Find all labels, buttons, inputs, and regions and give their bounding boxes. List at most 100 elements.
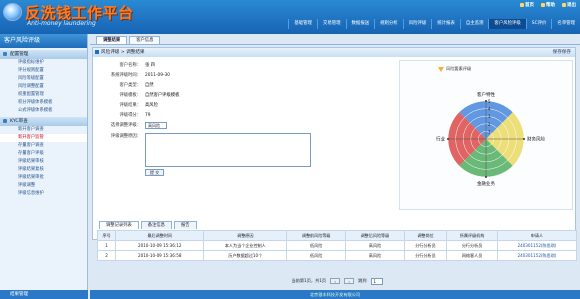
sidebar-item[interactable]: 评级结果审核 <box>0 158 87 166</box>
adjust-label: 选择调整评级： <box>110 123 141 128</box>
sidebar-item[interactable]: 评级指标维护 <box>0 59 87 67</box>
next-page-button[interactable]: › <box>344 278 355 284</box>
sidebar-item[interactable]: 新开客户监管 <box>0 134 87 142</box>
record-tab[interactable]: 调整记录列表 <box>99 221 139 229</box>
reason-label: 评级调整原因： <box>110 134 141 139</box>
radar-point <box>485 176 487 178</box>
logout-icon <box>562 3 566 7</box>
footer: 北京银丰科技开发有限公司 <box>90 290 580 299</box>
sidebar-item[interactable]: 存量客户调查 <box>0 142 87 150</box>
sidebar-sections: 配置管理 评级指标维护 评分规则配置 风险等级配置 风险调整配置 权重配置管理 积分评级体系… <box>0 50 87 198</box>
table-cell: 低风险 <box>286 240 347 251</box>
adjust-row: 选择调整评级： 高风险 <box>93 120 383 130</box>
table-cell[interactable]: 240301152(陈思琪) <box>496 250 578 261</box>
risk-radar-chart: 风险要素评级 1 2 3 4 5 客户特性 财务风险 金融业务 行业 <box>399 60 573 210</box>
chart-legend: 风险要素评级 <box>438 66 471 72</box>
result-form: 客户名称： 张 四系统评级时间： 2011-09-30 客户类型： 自然 评级模板： 自然客… <box>93 60 383 176</box>
sidebar-item[interactable]: 评级结果复核 <box>0 166 87 174</box>
logout-link[interactable]: 退出 <box>562 2 576 8</box>
help-icon <box>541 3 545 7</box>
table-cell: 高风险 <box>345 250 405 261</box>
sidebar-item[interactable]: 积分评级体系模板 <box>0 99 87 107</box>
field-label: 评级结果： <box>119 103 141 108</box>
sidebar-item[interactable]: 风险等级配置 <box>0 75 87 83</box>
table-cell: 历户数据超过10个 <box>203 250 288 261</box>
nav-item[interactable]: 名单管理 <box>551 19 580 29</box>
table-header-cell: 最后调整时间 <box>115 230 205 241</box>
main-tab[interactable]: 客户信息 <box>129 36 161 44</box>
table-cell[interactable]: 240301152(陈思琪) <box>496 240 578 251</box>
header-bar: 反洗钱工作平台 Anti-money laundering 首页 帮助 退出 基… <box>0 0 580 34</box>
table-cell: 1 <box>96 240 117 251</box>
radar-point <box>485 100 487 102</box>
top-nav: 基础管理 交易管理 数据报送 规则分析 风险评级 统计报表 自主监测 客户风险评级 SC评价 名单… <box>288 19 580 29</box>
nav-item[interactable]: 自主监测 <box>459 19 489 29</box>
table-header-cell: 调整前风险等级 <box>286 230 347 241</box>
main-tab[interactable]: 调整结果 <box>96 36 128 44</box>
sidebar-footer-item[interactable]: 结果管理 <box>0 290 88 299</box>
table-row: 1 2010-10-09 15:36:12 本人为当个企业控制人 低风险 高风险 分行分析… <box>96 240 578 251</box>
sidebar-item[interactable]: 风险调整配置 <box>0 83 87 91</box>
record-tab[interactable]: 报告 <box>173 221 197 229</box>
field-value: 2011-09-30 <box>145 72 170 78</box>
logo-icon <box>3 3 22 21</box>
nav-item[interactable]: 客户风险评级 <box>488 19 526 29</box>
goto-label: 跳到 <box>358 278 367 283</box>
sidebar-item[interactable]: 存量客户评级 <box>0 150 87 158</box>
panel-title: 风险评级 > 调整结果 <box>101 50 145 55</box>
radar-axis-label: 财务风险 <box>527 136 545 143</box>
radar-axis-label: 客户特性 <box>477 91 495 98</box>
field-label: 客户类型： <box>119 83 141 88</box>
sidebar-item[interactable]: 评级信息维护 <box>0 190 87 198</box>
field-label: 客户名称： <box>119 63 141 68</box>
nav-item[interactable]: 数据报送 <box>345 19 375 29</box>
nav-item[interactable]: 统计报表 <box>431 19 460 29</box>
radar-svg: 12345客户特性财务风险金融业务行业 <box>436 91 545 187</box>
help-link[interactable]: 帮助 <box>541 2 555 8</box>
field-value: 79 <box>145 112 151 118</box>
main-tabs: 调整结果 客户信息 <box>90 34 580 45</box>
radar-point <box>523 138 525 140</box>
nav-item[interactable]: SC评价 <box>525 19 552 29</box>
app-subtitle: Anti-money laundering <box>27 20 96 27</box>
radar-point <box>447 138 449 140</box>
main-content: 调整结果 客户信息 风险评级 > 调整结果 保存保存 客户名称： 张 四系统评级时间… <box>90 34 580 299</box>
prev-page-button[interactable]: ‹ <box>330 278 341 284</box>
sidebar-section-header[interactable]: 配置管理 <box>0 50 87 59</box>
nav-item[interactable]: 规则分析 <box>374 19 403 29</box>
record-tabs: 调整记录列表 备注信息 报告 <box>99 221 197 229</box>
adjust-level-select[interactable]: 高风险 <box>145 121 167 129</box>
table-cell: 分行分析员 <box>446 240 498 251</box>
sidebar-item[interactable]: 评级调整 <box>0 182 87 190</box>
home-link[interactable]: 首页 <box>520 2 534 8</box>
sidebar-item[interactable]: 权重配置管理 <box>0 91 87 99</box>
table-cell: 分行分析员 <box>403 240 448 251</box>
table-header-cell: 所属评级机构 <box>446 230 498 241</box>
utility-links: 首页 帮助 退出 <box>520 2 576 8</box>
radar-axis-label: 行业 <box>436 136 445 143</box>
table-header-cell: 调整后风险等级 <box>345 230 405 241</box>
field-value: 高风险 <box>145 103 158 108</box>
sidebar-section-header[interactable]: KYC审查 <box>0 117 87 126</box>
sidebar-item[interactable]: 评分规则配置 <box>0 67 87 75</box>
sidebar-item[interactable]: 评级结果审批 <box>0 174 87 182</box>
table-cell: 高风险 <box>345 240 405 251</box>
sidebar-item[interactable]: 新开客户调查 <box>0 126 87 134</box>
sidebar-item[interactable]: 公式评级体系模板 <box>0 107 87 115</box>
reason-textarea[interactable] <box>145 133 311 167</box>
record-tab[interactable]: 备注信息 <box>140 221 172 229</box>
panel-header: 风险评级 > 调整结果 保存保存 <box>93 48 575 57</box>
field-list: 客户名称： 张 四系统评级时间： 2011-09-30 客户类型： 自然 评级模板： 自然客… <box>93 60 383 120</box>
nav-item[interactable]: 风险评级 <box>402 19 432 29</box>
submit-button[interactable]: 提 交 <box>145 169 165 176</box>
table-cell: 低风险 <box>286 250 347 261</box>
result-panel: 风险评级 > 调整结果 保存保存 客户名称： 张 四系统评级时间： 2011-09-… <box>92 47 578 285</box>
table-header-cell: 申请人 <box>496 230 578 241</box>
nav-item[interactable]: 交易管理 <box>316 19 346 29</box>
field-value: 自然 <box>145 83 154 88</box>
field-label: 评级模板： <box>119 93 141 98</box>
page-select[interactable]: 1 <box>370 277 383 285</box>
field-row: 系统评级时间： 2011-09-30 <box>93 70 383 80</box>
save-button[interactable]: 保存保存 <box>553 48 571 57</box>
nav-item[interactable]: 基础管理 <box>288 19 317 29</box>
